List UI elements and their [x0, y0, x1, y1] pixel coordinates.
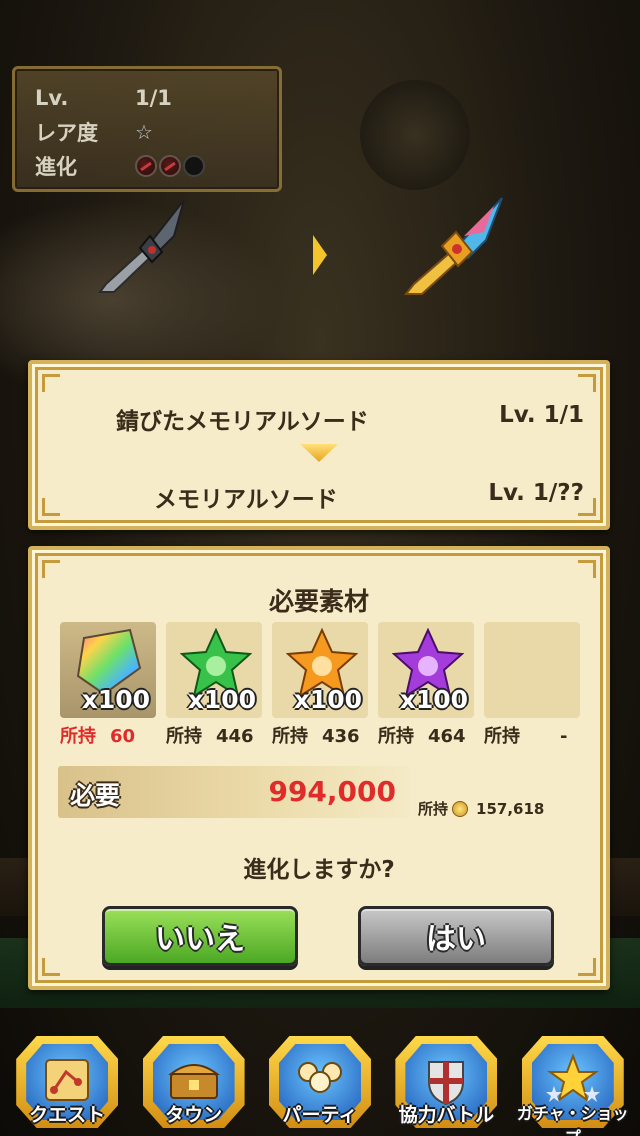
- material-slot[interactable]: x100: [378, 622, 474, 718]
- level-label: Lv.: [35, 86, 69, 110]
- nav-label-town: タウン: [165, 1104, 223, 1126]
- material-quantity: x100: [293, 685, 362, 714]
- cost-label: 必要: [70, 781, 121, 810]
- panel-corner-decoration: [42, 374, 60, 392]
- weapon-status-panel: Lv. 1/1 レア度 ☆ 進化: [12, 66, 282, 192]
- evolution-dots: [135, 155, 205, 177]
- material-owned: 所持 -: [484, 722, 580, 748]
- panel-corner-decoration: [42, 498, 60, 516]
- rusted-sword-icon: [98, 199, 185, 293]
- materials-title: 必要素材: [268, 587, 369, 616]
- panel-corner-decoration: [42, 560, 60, 578]
- arrow-right-icon: [313, 235, 327, 275]
- memorial-sword-icon: [403, 197, 503, 295]
- evolved-weapon-level: Lv. 1/??: [488, 480, 584, 506]
- evolution-row: 進化: [35, 149, 259, 183]
- evolution-dot-icon: [159, 155, 181, 177]
- owned-label: 所持: [272, 726, 308, 747]
- evolution-confirm-dialog: 必要素材 x100 x100 x100 x100 所持 60 所持 446 所持…: [28, 546, 610, 990]
- required-cost-box: 必要 994,000: [58, 766, 410, 818]
- background-emblem: [360, 80, 470, 190]
- panel-corner-decoration: [578, 374, 596, 392]
- level-row: Lv. 1/1: [35, 81, 259, 115]
- owned-count: 464: [428, 726, 466, 747]
- owned-label: 所持: [378, 726, 414, 747]
- evolution-label: 進化: [35, 155, 77, 179]
- material-slots: x100 x100 x100 x100: [60, 622, 580, 718]
- material-slot[interactable]: x100: [166, 622, 262, 718]
- material-quantity: x100: [81, 685, 150, 714]
- level-value: 1/1: [135, 86, 172, 110]
- owned-count: -: [560, 726, 568, 747]
- owned-label: 所持: [166, 726, 202, 747]
- panel-corner-decoration: [42, 958, 60, 976]
- coin-owned-value: 157,618: [476, 799, 545, 818]
- nav-label-coop-battle: 協力バトル: [398, 1104, 495, 1126]
- owned-label: 所持: [484, 726, 520, 747]
- evolution-dot-icon: [135, 155, 157, 177]
- rarity-row: レア度 ☆: [35, 115, 259, 149]
- coin-owned: 所持 157,618: [418, 798, 544, 819]
- yes-button[interactable]: はい: [358, 906, 554, 966]
- coin-icon: [452, 800, 469, 817]
- star-icon: ☆: [135, 120, 153, 144]
- cost-value: 994,000: [268, 775, 396, 808]
- evolution-target-panel: 錆びたメモリアルソード Lv. 1/1 メモリアルソード Lv. 1/??: [28, 360, 610, 530]
- nav-item-town[interactable]: タウン: [133, 1034, 255, 1136]
- nav-item-quest[interactable]: クエスト: [6, 1034, 128, 1136]
- panel-corner-decoration: [578, 560, 596, 578]
- material-slot[interactable]: x100: [272, 622, 368, 718]
- chevron-down-icon: [300, 444, 338, 462]
- current-weapon-name: 錆びたメモリアルソード: [116, 409, 369, 435]
- material-owned: 所持 436: [272, 722, 368, 748]
- nav-label-party: パーティ: [282, 1104, 358, 1126]
- owned-label: 所持: [60, 726, 96, 747]
- nav-item-gacha-shop[interactable]: ガチャ・ショップ: [512, 1034, 634, 1136]
- evolve-question: 進化しますか?: [243, 857, 395, 883]
- nav-label-gacha-shop: ガチャ・ショップ: [516, 1104, 629, 1136]
- material-slot[interactable]: x100: [60, 622, 156, 718]
- nav-item-coop-battle[interactable]: 協力バトル: [385, 1034, 507, 1136]
- owned-count: 436: [322, 726, 360, 747]
- current-weapon-level: Lv. 1/1: [499, 402, 584, 428]
- material-owned: 所持 60: [60, 722, 156, 748]
- nav-item-party[interactable]: パーティ: [259, 1034, 381, 1136]
- material-owned: 所持 446: [166, 722, 262, 748]
- rarity-label: レア度: [35, 121, 98, 145]
- no-button[interactable]: いいえ: [102, 906, 298, 966]
- material-quantity: x100: [187, 685, 256, 714]
- bottom-nav: クエスト タウン パーティ 協力バトル ガチャ・ショッ: [0, 1034, 640, 1136]
- material-slot-empty: [484, 622, 580, 718]
- evolution-dot-empty-icon: [183, 155, 205, 177]
- owned-count: 446: [216, 726, 254, 747]
- evolved-weapon-name: メモリアルソード: [154, 487, 338, 513]
- coin-owned-label: 所持: [418, 800, 449, 818]
- panel-corner-decoration: [578, 958, 596, 976]
- owned-count: 60: [110, 726, 136, 747]
- material-quantity: x100: [399, 685, 468, 714]
- nav-label-quest: クエスト: [29, 1104, 106, 1126]
- material-owned: 所持 464: [378, 722, 474, 748]
